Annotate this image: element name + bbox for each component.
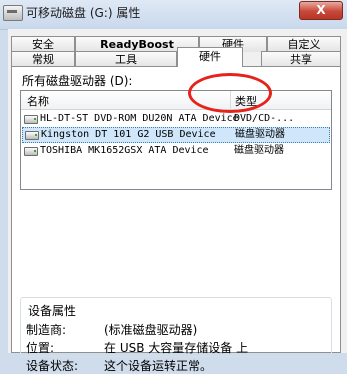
window-title: 可移动磁盘 (G:) 属性	[26, 6, 141, 20]
device-type: DVD/CD-...	[234, 113, 295, 124]
device-properties-legend: 设备属性	[26, 302, 79, 319]
status-value: 这个设备运转正常。	[104, 359, 213, 373]
tab-security[interactable]: 安全	[11, 36, 75, 52]
tab-customize[interactable]: 自定义	[267, 36, 341, 52]
usb-drive-icon	[25, 131, 39, 140]
location-label: 位置:	[26, 341, 55, 355]
tab-general[interactable]: 常规	[11, 51, 75, 67]
column-header-name[interactable]: 名称	[27, 93, 49, 109]
drive-icon	[3, 5, 23, 21]
title-bar: 可移动磁盘 (G:) 属性 X	[0, 0, 347, 30]
drives-list[interactable]: 名称 类型 HL-DT-ST DVD-ROM DU20N ATA Device …	[20, 90, 332, 190]
list-item[interactable]: TOSHIBA MK1652GSX ATA Device 磁盘驱动器	[22, 143, 330, 159]
hardware-tab-page: 所有磁盘驱动器 (D): 名称 类型 HL-DT-ST DVD-ROM DU20…	[11, 66, 341, 373]
drives-label: 所有磁盘驱动器 (D):	[22, 74, 133, 88]
device-name: TOSHIBA MK1652GSX ATA Device	[40, 145, 209, 156]
tab-hardware[interactable]: 硬件	[177, 47, 243, 67]
device-type: 磁盘驱动器	[234, 145, 284, 156]
status-label: 设备状态:	[26, 359, 79, 373]
tab-tools[interactable]: 工具	[75, 51, 177, 67]
close-button[interactable]: X	[299, 1, 343, 20]
dvd-drive-icon	[24, 115, 38, 124]
device-type: 磁盘驱动器	[235, 129, 285, 140]
properties-dialog: 安全 ReadyBoost 硬件 自定义 常规 工具 硬件 共享 所有磁盘驱动器…	[8, 29, 347, 373]
tab-sharing[interactable]: 共享	[261, 51, 341, 67]
manufacturer-label: 制造商:	[26, 323, 67, 337]
list-item-selected[interactable]: Kingston DT 101 G2 USB Device 磁盘驱动器	[22, 127, 330, 143]
device-name: Kingston DT 101 G2 USB Device	[41, 129, 216, 140]
manufacturer-value: (标准磁盘驱动器)	[104, 323, 198, 337]
list-item[interactable]: HL-DT-ST DVD-ROM DU20N ATA Device DVD/CD…	[22, 111, 330, 127]
list-header: 名称 类型	[21, 91, 331, 110]
hard-disk-icon	[24, 147, 38, 156]
device-name: HL-DT-ST DVD-ROM DU20N ATA Device	[40, 113, 239, 124]
red-highlight-ellipse	[188, 73, 272, 113]
location-value: 在 USB 大容量存储设备 上	[104, 341, 249, 355]
